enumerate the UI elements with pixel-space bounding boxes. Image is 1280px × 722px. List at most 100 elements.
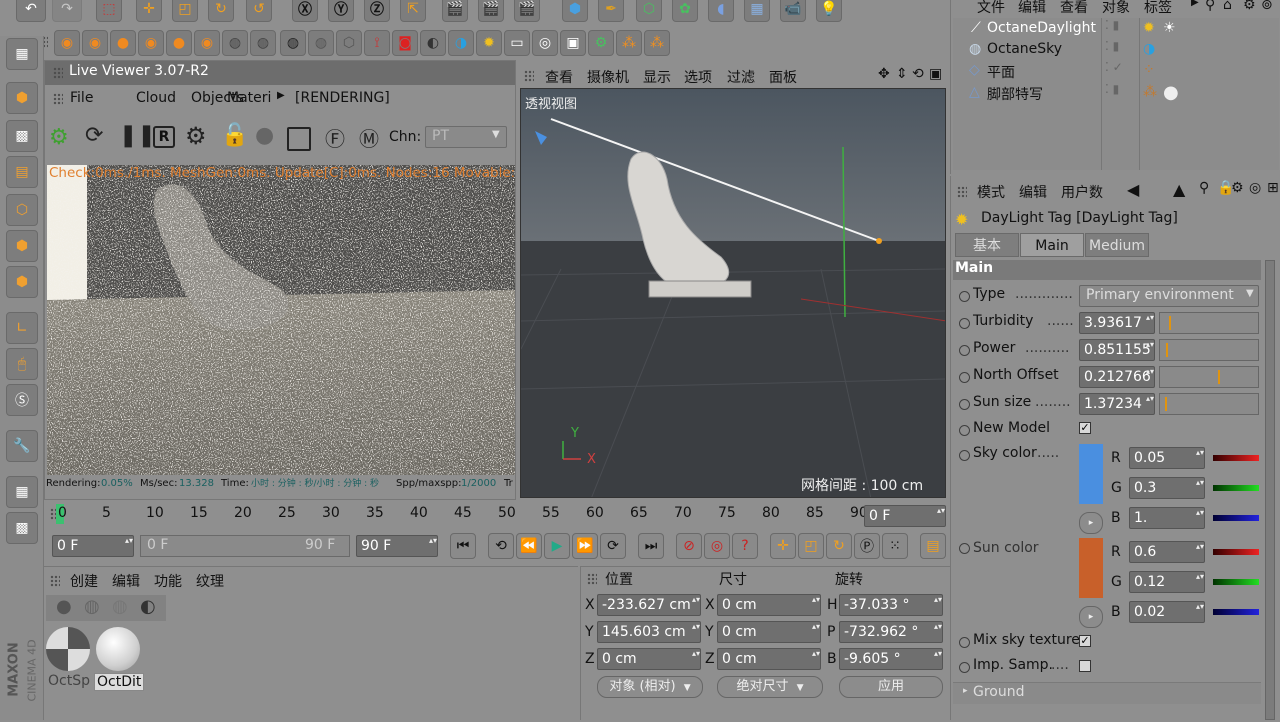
om-menu-object[interactable]: 对象: [1102, 0, 1130, 17]
anim-dot[interactable]: [959, 345, 970, 356]
sky-g-input[interactable]: 0.3: [1129, 477, 1205, 499]
undo-icon[interactable]: ↶: [16, 0, 46, 22]
om-menu-tags[interactable]: 标签: [1144, 0, 1172, 17]
lock-workplane-icon[interactable]: 🔧: [6, 430, 38, 462]
size-z-input[interactable]: 0 cm: [717, 648, 821, 670]
lock-icon[interactable]: 🔓: [221, 123, 248, 148]
sun-size-slider[interactable]: [1159, 393, 1259, 415]
sun-color-swatch[interactable]: [1079, 538, 1103, 598]
octane-area-light-icon[interactable]: ▭: [504, 30, 530, 56]
om-menu-view[interactable]: 查看: [1060, 0, 1088, 17]
paint-icon[interactable]: ▦: [6, 38, 38, 70]
chn-dropdown[interactable]: PT ▼: [425, 126, 507, 148]
sun-r-input[interactable]: 0.6: [1129, 541, 1205, 563]
apply-button[interactable]: 应用: [839, 676, 943, 698]
texture-mode-icon[interactable]: ▩: [6, 120, 38, 152]
lv-menu-rendering[interactable]: [RENDERING]: [295, 90, 390, 106]
snap-icon[interactable]: Ⓢ: [6, 384, 38, 416]
render-picture-viewer-icon[interactable]: 🎬: [478, 0, 504, 22]
type-dropdown[interactable]: Primary environment ▼: [1079, 285, 1259, 307]
sun-b-input[interactable]: 0.02: [1129, 601, 1205, 623]
anim-dot[interactable]: [959, 425, 970, 436]
axis-mode-icon[interactable]: ∟: [6, 312, 38, 344]
sun-r-bar[interactable]: [1213, 549, 1259, 555]
octane-cube-icon[interactable]: ⬡: [336, 30, 362, 56]
timeline-ruler[interactable]: 0 5 10 15 20 25 30 35 40 45 50 55 60 65 70 75 80 85 90: [56, 502, 868, 526]
anim-dot[interactable]: [959, 662, 970, 673]
material-tag-icon[interactable]: ⁘: [1143, 62, 1155, 78]
rot-p-input[interactable]: -732.962 °: [839, 621, 943, 643]
om-row-plane[interactable]: ◇ 平面 ⁚ ✓ ⁘: [953, 60, 1279, 82]
anim-dot[interactable]: [959, 291, 970, 302]
mat-sphere-icon[interactable]: ●: [56, 596, 72, 617]
play-icon[interactable]: ▶: [544, 533, 570, 559]
pos-y-input[interactable]: 145.603 cm: [597, 621, 701, 643]
rot-h-input[interactable]: -37.033 °: [839, 594, 943, 616]
anim-dot[interactable]: [959, 372, 970, 383]
rotate-icon[interactable]: ↻: [208, 0, 234, 22]
material-ball-icon[interactable]: ●: [255, 123, 274, 148]
octane-sky-icon[interactable]: ◑: [448, 30, 474, 56]
sun-tag-icon[interactable]: ☀: [1163, 20, 1176, 36]
size-y-input[interactable]: 0 cm: [717, 621, 821, 643]
lv-menu-file[interactable]: File: [70, 90, 93, 106]
up-arrow-icon[interactable]: ▲: [1173, 180, 1185, 199]
om-row-foot[interactable]: △ 脚部特写 ⁚ ▮ ⁂ ●: [953, 82, 1279, 104]
light-icon[interactable]: 💡: [816, 0, 842, 22]
am-scrollbar[interactable]: [1265, 260, 1275, 720]
sky-b-input[interactable]: 1.: [1129, 507, 1205, 529]
mat-menu-texture[interactable]: 纹理: [196, 571, 224, 591]
key-scale-icon[interactable]: ◰: [798, 533, 824, 559]
subdivision-icon[interactable]: ⬡: [636, 0, 662, 22]
settings-icon[interactable]: ⚙: [1231, 180, 1244, 196]
render-view-icon[interactable]: 🎬: [442, 0, 468, 22]
eye-icon[interactable]: ⊚: [1261, 0, 1273, 13]
pos-z-input[interactable]: 0 cm: [597, 648, 701, 670]
mat-sphere-icon[interactable]: ◐: [140, 596, 156, 617]
sun-g-bar[interactable]: [1213, 579, 1259, 585]
pause-icon[interactable]: ❚❚: [119, 123, 156, 148]
record-keyframe-icon[interactable]: ⊘: [676, 533, 702, 559]
octane-camera-icon[interactable]: ◙: [392, 30, 418, 56]
rot-b-input[interactable]: -9.605 °: [839, 648, 943, 670]
sky-color-expand-button[interactable]: ▸: [1079, 512, 1103, 534]
tweak-icon[interactable]: 🖱: [6, 348, 38, 380]
end-frame-field[interactable]: 90 F: [356, 535, 438, 557]
power-input[interactable]: 0.851155: [1079, 339, 1155, 361]
mat-menu-edit[interactable]: 编辑: [112, 571, 140, 591]
sun-size-input[interactable]: 1.37234: [1079, 393, 1155, 415]
vp-menu-filter[interactable]: 过滤: [727, 67, 755, 87]
turbidity-slider[interactable]: [1159, 312, 1259, 334]
grid-lock-icon[interactable]: ▦: [6, 476, 38, 508]
slider-handle[interactable]: [1168, 316, 1171, 330]
octane-sphere-icon[interactable]: ◉: [54, 30, 80, 56]
am-menu-mode[interactable]: 模式: [977, 182, 1005, 202]
timeline-window-icon[interactable]: ▤: [920, 533, 946, 559]
region-render-icon[interactable]: [287, 127, 311, 151]
key-rotation-icon[interactable]: ↻: [826, 533, 852, 559]
edges-mode-icon[interactable]: ⬢: [6, 230, 38, 262]
scale-icon[interactable]: ◰: [172, 0, 198, 22]
octane-sphere-icon[interactable]: ◉: [194, 30, 220, 56]
material-item[interactable]: OctDit: [94, 627, 145, 691]
octane-wire-sphere-icon[interactable]: ◍: [308, 30, 334, 56]
anim-dot[interactable]: [959, 318, 970, 329]
live-select-icon[interactable]: ⬚: [96, 0, 122, 22]
model-mode-icon[interactable]: ⬢: [6, 82, 38, 114]
sky-r-input[interactable]: 0.05: [1129, 447, 1205, 469]
key-position-icon[interactable]: ✛: [770, 533, 796, 559]
octane-wire-sphere-icon[interactable]: ◍: [280, 30, 306, 56]
new-model-checkbox[interactable]: ✓: [1079, 422, 1091, 434]
focus-pin-icon[interactable]: Ⓕ: [325, 123, 345, 152]
visibility-dots-icon[interactable]: ⁚ ▮: [1105, 39, 1119, 53]
mat-sphere-icon[interactable]: ◍: [84, 596, 100, 617]
key-param-icon[interactable]: Ⓟ: [854, 533, 880, 559]
north-offset-slider[interactable]: [1159, 366, 1259, 388]
add-panel-icon[interactable]: ⊞: [1267, 180, 1279, 196]
octane-object-tag-icon[interactable]: ▣: [560, 30, 586, 56]
visibility-dots-icon[interactable]: ⁚ ▮: [1105, 82, 1119, 96]
rotate-view-icon[interactable]: ⟲: [912, 66, 924, 82]
slider-handle[interactable]: [1165, 343, 1168, 357]
lv-menu-materials[interactable]: Materi: [227, 90, 271, 106]
octane-settings-icon[interactable]: ⚙: [588, 30, 614, 56]
